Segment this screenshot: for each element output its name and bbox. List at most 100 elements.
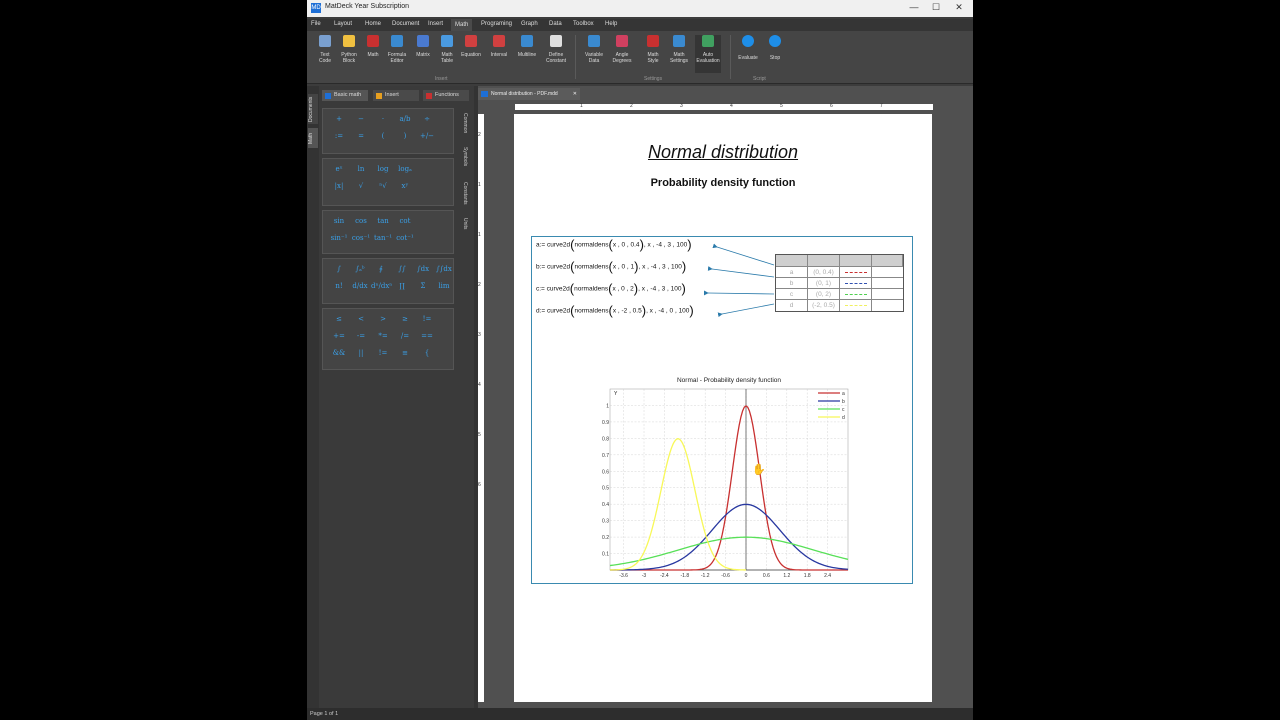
palette-symbol[interactable]: ≡	[395, 349, 415, 357]
palette-symbol[interactable]: {	[417, 349, 437, 357]
palette-symbol[interactable]: :=	[329, 132, 349, 140]
menu-file[interactable]: File	[311, 21, 321, 27]
menu-home[interactable]: Home	[365, 21, 381, 27]
palette-symbol[interactable]: logₐ	[395, 165, 415, 173]
palette-symbol[interactable]: log	[373, 165, 393, 173]
variable-data-button[interactable]: Variable Data	[581, 35, 607, 64]
pdf-chart[interactable]: Normal - Probability density functionY-3…	[597, 372, 857, 584]
stop-button[interactable]: Stop	[762, 35, 788, 61]
menu-document[interactable]: Document	[392, 21, 419, 27]
palette-symbol[interactable]: /=	[395, 332, 415, 340]
tab-documents[interactable]: Documents	[308, 94, 318, 124]
angle-degrees-button[interactable]: Angle Degrees	[609, 35, 635, 64]
math-block[interactable]: a:= curve2d(normaldens(x , 0 , 0.4), x ,…	[531, 236, 913, 584]
equation-button[interactable]: Equation	[458, 35, 484, 58]
palette-symbol[interactable]: ≥	[395, 315, 415, 323]
palette-symbol[interactable]: tan⁻¹	[373, 234, 393, 242]
evaluate-button[interactable]: Evaluate	[735, 35, 761, 61]
text-code-button[interactable]: Text Code	[312, 35, 338, 64]
palette-symbol[interactable]: d/dx	[350, 282, 370, 290]
matrix-button[interactable]: Matrix	[410, 35, 436, 58]
maximize-icon[interactable]: ☐	[929, 2, 943, 13]
palette-symbol[interactable]: ·	[373, 115, 393, 123]
palette-symbol[interactable]: sin⁻¹	[329, 234, 349, 242]
palette-symbol[interactable]: +	[329, 115, 349, 123]
palette-symbol[interactable]: ⁿ√	[373, 182, 393, 190]
table-row[interactable]: a (0, 0.4)	[776, 266, 903, 278]
define-constant-button[interactable]: Define Constant	[543, 35, 569, 64]
table-row[interactable]: c (0, 2)	[776, 288, 903, 300]
tab-symbols[interactable]: Symbols	[458, 144, 468, 170]
palette-symbol[interactable]: ==	[417, 332, 437, 340]
palette-symbol[interactable]: cos⁻¹	[351, 234, 371, 242]
palette-symbol[interactable]: sin	[329, 217, 349, 225]
palette-symbol[interactable]: ≤	[329, 315, 349, 323]
palette-symbol[interactable]: -=	[351, 332, 371, 340]
palette-symbol[interactable]: )	[395, 132, 415, 140]
palette-symbol[interactable]: !=	[417, 315, 437, 323]
document-page[interactable]: Normal distribution Probability density …	[514, 114, 932, 702]
palette-symbol[interactable]: cot	[395, 217, 415, 225]
math-settings-button[interactable]: Math Settings	[666, 35, 692, 64]
palette-symbol[interactable]: cos	[351, 217, 371, 225]
palette-symbol[interactable]: ||	[351, 349, 371, 357]
palette-symbol[interactable]: eˣ	[329, 165, 349, 173]
close-icon[interactable]: ✕	[952, 2, 966, 13]
formula-editor-button[interactable]: Formula Editor	[384, 35, 410, 64]
palette-symbol[interactable]: (	[373, 132, 393, 140]
palette-symbol[interactable]: ∫	[329, 265, 349, 273]
palette-symbol[interactable]: cot⁻¹	[395, 234, 415, 242]
palette-symbol[interactable]: ∫∫	[392, 265, 412, 273]
doc-tab[interactable]: Normal distribution - PDF.mdd ✕	[478, 88, 580, 100]
table-row[interactable]: d (-2, 0.5)	[776, 299, 903, 311]
menu-help[interactable]: Help	[605, 21, 617, 27]
menu-graph[interactable]: Graph	[521, 21, 538, 27]
auto-evaluation-button[interactable]: Auto Evaluation	[695, 35, 721, 73]
palette-symbol[interactable]: |x|	[329, 182, 349, 190]
menu-layout[interactable]: Layout	[334, 21, 352, 27]
menu-insert[interactable]: Insert	[428, 21, 443, 27]
palette-symbol[interactable]: dⁿ/dxⁿ	[371, 282, 392, 290]
math-style-button[interactable]: Math Style	[640, 35, 666, 64]
tab-functions[interactable]: Functions	[423, 90, 469, 101]
menu-math[interactable]: Math	[451, 19, 473, 31]
palette-symbol[interactable]: a/b	[395, 115, 415, 123]
math-button[interactable]: Math	[360, 35, 386, 58]
palette-symbol[interactable]: tan	[373, 217, 393, 225]
tab-basic-math[interactable]: Basic math	[322, 90, 368, 101]
tab-math[interactable]: Math	[308, 128, 318, 148]
table-row[interactable]: b (0, 1)	[776, 277, 903, 289]
doc-tab-close-icon[interactable]: ✕	[573, 88, 577, 100]
tab-units[interactable]: Units	[458, 214, 468, 234]
minimize-icon[interactable]: —	[907, 2, 921, 12]
palette-symbol[interactable]: <	[351, 315, 371, 323]
palette-symbol[interactable]: lim	[434, 282, 454, 290]
palette-symbol[interactable]: ∫ₐᵇ	[350, 265, 370, 273]
tab-common[interactable]: Common	[458, 110, 468, 136]
palette-symbol[interactable]: −	[351, 115, 371, 123]
palette-symbol[interactable]: &&	[329, 349, 349, 357]
palette-symbol[interactable]: +/−	[417, 132, 437, 140]
menu-programing[interactable]: Programing	[481, 21, 512, 27]
palette-symbol[interactable]: =	[351, 132, 371, 140]
palette-symbol[interactable]: ÷	[417, 115, 437, 123]
palette-symbol[interactable]: xʸ	[395, 182, 415, 190]
palette-symbol[interactable]: >	[373, 315, 393, 323]
menu-data[interactable]: Data	[549, 21, 562, 27]
math-table-button[interactable]: Math Table	[434, 35, 460, 64]
palette-symbol[interactable]: !=	[373, 349, 393, 357]
palette-symbol[interactable]: √	[351, 182, 371, 190]
palette-symbol[interactable]: n!	[329, 282, 349, 290]
python-block-button[interactable]: Python Block	[336, 35, 362, 64]
palette-symbol[interactable]: ∫∫dx	[434, 265, 454, 273]
multiline-button[interactable]: Multiline	[514, 35, 540, 58]
palette-symbol[interactable]: *=	[373, 332, 393, 340]
palette-symbol[interactable]: ∫dx	[413, 265, 433, 273]
palette-symbol[interactable]: ∮	[371, 265, 391, 273]
palette-symbol[interactable]: +=	[329, 332, 349, 340]
interval-button[interactable]: Interval	[486, 35, 512, 58]
palette-symbol[interactable]: ln	[351, 165, 371, 173]
menu-toolbox[interactable]: Toolbox	[573, 21, 594, 27]
palette-symbol[interactable]: ∏	[392, 282, 412, 290]
tab-insert[interactable]: Insert	[373, 90, 419, 101]
